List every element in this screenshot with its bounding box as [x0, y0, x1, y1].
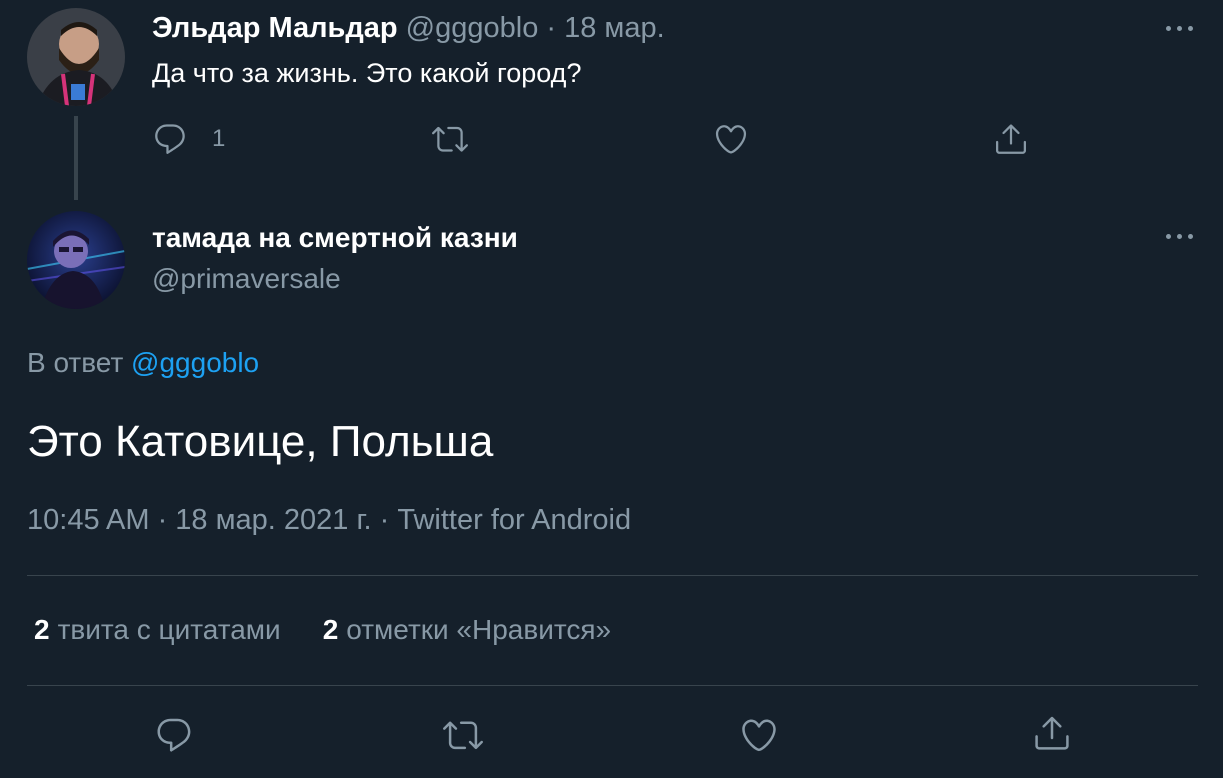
tweet-thread-page: Эльдар Мальдар @gggoblo · 18 мар. Да что… — [0, 0, 1223, 778]
share-icon — [1035, 716, 1069, 750]
main-author-handle[interactable]: @primaversale — [152, 263, 341, 295]
reply-to-prefix: В ответ — [27, 347, 132, 378]
parent-header-separator: · — [538, 12, 565, 44]
main-author-name[interactable]: тамада на смертной казни — [152, 222, 518, 254]
quote-tweets-stat[interactable]: 2 твита с цитатами — [34, 614, 281, 646]
parent-more-icon[interactable] — [1160, 18, 1200, 38]
like-icon — [715, 125, 747, 154]
likes-label: отметки «Нравится» — [346, 614, 612, 645]
main-retweet-button[interactable] — [443, 715, 483, 755]
parent-tweet[interactable]: Эльдар Мальдар @gggoblo · 18 мар. Да что… — [0, 0, 1223, 200]
main-share-button[interactable] — [1032, 713, 1072, 753]
like-icon — [742, 719, 776, 752]
reply-icon — [155, 124, 185, 154]
main-like-button[interactable] — [739, 715, 779, 755]
main-more-icon[interactable] — [1160, 226, 1200, 246]
quote-tweets-label: твита с цитатами — [57, 614, 281, 645]
divider-bottom — [27, 685, 1198, 686]
reply-to-line: В ответ @gggoblo — [27, 347, 259, 379]
retweet-icon — [443, 721, 483, 750]
parent-tweet-date[interactable]: 18 мар. — [564, 12, 665, 44]
parent-author-handle[interactable]: @gggoblo — [406, 12, 539, 44]
parent-reply-count: 1 — [212, 125, 226, 152]
tweet-stats: 2 твита с цитатами 2 отметки «Нравится» — [34, 614, 611, 646]
main-tweet-text: Это Катовице, Польша — [27, 417, 494, 466]
divider-top — [27, 575, 1198, 576]
parent-author-name[interactable]: Эльдар Мальдар — [152, 12, 398, 44]
main-reply-button[interactable] — [154, 715, 194, 755]
quote-tweets-count: 2 — [34, 614, 50, 645]
reply-icon — [157, 718, 191, 752]
share-icon — [996, 124, 1026, 154]
likes-stat[interactable]: 2 отметки «Нравится» — [323, 614, 611, 646]
tweet-timestamp-source[interactable]: 10:45 AM · 18 мар. 2021 г. · Twitter for… — [27, 504, 631, 537]
parent-like-button[interactable] — [713, 121, 749, 157]
parent-reply-button[interactable]: 1 — [152, 121, 225, 157]
parent-tweet-text: Да что за жизнь. Это какой город? — [152, 58, 582, 88]
likes-count: 2 — [322, 614, 339, 645]
reply-to-handle-link[interactable]: @gggoblo — [131, 347, 259, 378]
parent-share-button[interactable] — [993, 121, 1029, 157]
parent-retweet-button[interactable] — [432, 121, 468, 157]
retweet-icon — [432, 126, 468, 152]
main-avatar[interactable] — [27, 211, 125, 309]
parent-avatar[interactable] — [27, 8, 125, 106]
parent-tweet-header: Эльдар Мальдар @gggoblo · 18 мар. — [152, 12, 665, 45]
thread-connector-line — [74, 116, 78, 200]
